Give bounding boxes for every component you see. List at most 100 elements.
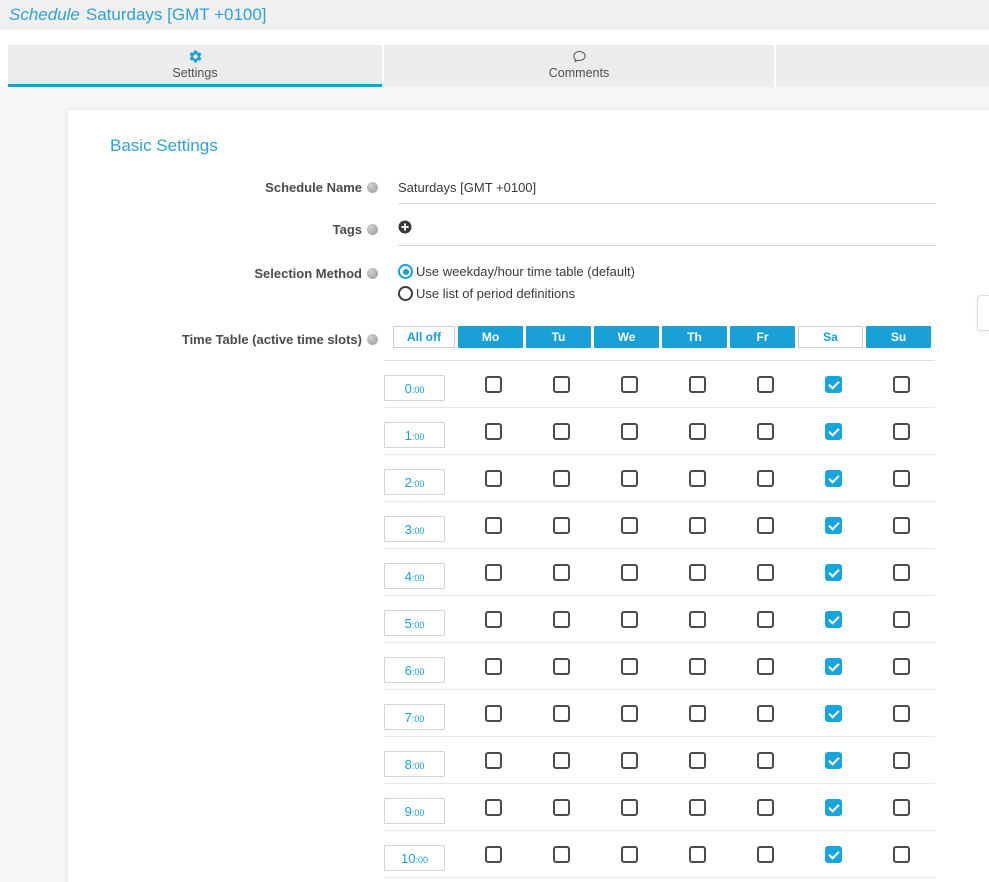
hour-button-5[interactable]: 5:00 <box>384 610 445 636</box>
all-off-button[interactable]: All off <box>393 326 455 348</box>
info-icon[interactable] <box>367 334 378 345</box>
timeslot-checkbox-sa-6[interactable] <box>825 658 842 675</box>
timeslot-checkbox-mo-9[interactable] <box>485 799 502 816</box>
timeslot-checkbox-th-8[interactable] <box>689 752 706 769</box>
timeslot-checkbox-we-6[interactable] <box>621 658 638 675</box>
timeslot-checkbox-tu-2[interactable] <box>553 470 570 487</box>
timeslot-checkbox-fr-4[interactable] <box>757 564 774 581</box>
timeslot-checkbox-tu-0[interactable] <box>553 376 570 393</box>
timeslot-checkbox-we-3[interactable] <box>621 517 638 534</box>
timeslot-checkbox-tu-10[interactable] <box>553 846 570 863</box>
tab-history[interactable]: History <box>776 45 989 87</box>
timeslot-checkbox-tu-5[interactable] <box>553 611 570 628</box>
timeslot-checkbox-fr-8[interactable] <box>757 752 774 769</box>
timeslot-checkbox-tu-9[interactable] <box>553 799 570 816</box>
timeslot-checkbox-we-7[interactable] <box>621 705 638 722</box>
info-icon[interactable] <box>367 224 378 235</box>
timeslot-checkbox-mo-2[interactable] <box>485 470 502 487</box>
timeslot-checkbox-tu-7[interactable] <box>553 705 570 722</box>
timeslot-checkbox-mo-0[interactable] <box>485 376 502 393</box>
radio-option-timetable[interactable]: Use weekday/hour time table (default) <box>398 264 936 279</box>
timeslot-checkbox-tu-1[interactable] <box>553 423 570 440</box>
timeslot-checkbox-sa-7[interactable] <box>825 705 842 722</box>
timeslot-checkbox-sa-0[interactable] <box>825 376 842 393</box>
timeslot-checkbox-th-9[interactable] <box>689 799 706 816</box>
day-header-tu[interactable]: Tu <box>526 326 591 348</box>
timeslot-checkbox-mo-3[interactable] <box>485 517 502 534</box>
timeslot-checkbox-th-1[interactable] <box>689 423 706 440</box>
timeslot-checkbox-fr-10[interactable] <box>757 846 774 863</box>
schedule-name-input[interactable] <box>398 178 936 204</box>
timeslot-checkbox-sa-5[interactable] <box>825 611 842 628</box>
timeslot-checkbox-mo-5[interactable] <box>485 611 502 628</box>
timeslot-checkbox-sa-8[interactable] <box>825 752 842 769</box>
timeslot-checkbox-tu-8[interactable] <box>553 752 570 769</box>
timeslot-checkbox-tu-4[interactable] <box>553 564 570 581</box>
timeslot-checkbox-su-10[interactable] <box>893 846 910 863</box>
timeslot-checkbox-fr-5[interactable] <box>757 611 774 628</box>
timeslot-checkbox-su-0[interactable] <box>893 376 910 393</box>
day-header-sa[interactable]: Sa <box>798 326 863 348</box>
timeslot-checkbox-tu-6[interactable] <box>553 658 570 675</box>
timeslot-checkbox-fr-1[interactable] <box>757 423 774 440</box>
timeslot-checkbox-su-9[interactable] <box>893 799 910 816</box>
timeslot-checkbox-sa-3[interactable] <box>825 517 842 534</box>
timeslot-checkbox-su-1[interactable] <box>893 423 910 440</box>
timeslot-checkbox-su-5[interactable] <box>893 611 910 628</box>
timeslot-checkbox-su-2[interactable] <box>893 470 910 487</box>
timeslot-checkbox-sa-2[interactable] <box>825 470 842 487</box>
info-icon[interactable] <box>367 182 378 193</box>
timeslot-checkbox-th-10[interactable] <box>689 846 706 863</box>
timeslot-checkbox-we-1[interactable] <box>621 423 638 440</box>
tab-settings[interactable]: Settings <box>8 45 382 87</box>
day-header-mo[interactable]: Mo <box>458 326 523 348</box>
hour-button-9[interactable]: 9:00 <box>384 798 445 824</box>
timeslot-checkbox-th-4[interactable] <box>689 564 706 581</box>
hour-button-1[interactable]: 1:00 <box>384 422 445 448</box>
timeslot-checkbox-su-6[interactable] <box>893 658 910 675</box>
timeslot-checkbox-th-0[interactable] <box>689 376 706 393</box>
timeslot-checkbox-sa-1[interactable] <box>825 423 842 440</box>
timeslot-checkbox-fr-6[interactable] <box>757 658 774 675</box>
timeslot-checkbox-mo-7[interactable] <box>485 705 502 722</box>
info-icon[interactable] <box>367 268 378 279</box>
tab-comments[interactable]: Comments <box>384 45 774 87</box>
timeslot-checkbox-su-3[interactable] <box>893 517 910 534</box>
day-header-we[interactable]: We <box>594 326 659 348</box>
timeslot-checkbox-th-7[interactable] <box>689 705 706 722</box>
timeslot-checkbox-fr-3[interactable] <box>757 517 774 534</box>
timeslot-checkbox-fr-2[interactable] <box>757 470 774 487</box>
timeslot-checkbox-mo-6[interactable] <box>485 658 502 675</box>
timeslot-checkbox-we-2[interactable] <box>621 470 638 487</box>
hour-button-6[interactable]: 6:00 <box>384 657 445 683</box>
timeslot-checkbox-su-7[interactable] <box>893 705 910 722</box>
radio-option-periods[interactable]: Use list of period definitions <box>398 286 936 301</box>
hour-button-7[interactable]: 7:00 <box>384 704 445 730</box>
timeslot-checkbox-th-6[interactable] <box>689 658 706 675</box>
timeslot-checkbox-th-3[interactable] <box>689 517 706 534</box>
day-header-su[interactable]: Su <box>866 326 931 348</box>
hour-button-4[interactable]: 4:00 <box>384 563 445 589</box>
hour-button-10[interactable]: 10:00 <box>384 845 445 871</box>
timeslot-checkbox-we-9[interactable] <box>621 799 638 816</box>
timeslot-checkbox-mo-10[interactable] <box>485 846 502 863</box>
timeslot-checkbox-fr-0[interactable] <box>757 376 774 393</box>
timeslot-checkbox-mo-1[interactable] <box>485 423 502 440</box>
timeslot-checkbox-sa-10[interactable] <box>825 846 842 863</box>
timeslot-checkbox-we-8[interactable] <box>621 752 638 769</box>
tags-input-area[interactable] <box>398 220 936 246</box>
timeslot-checkbox-we-0[interactable] <box>621 376 638 393</box>
timeslot-checkbox-sa-9[interactable] <box>825 799 842 816</box>
timeslot-checkbox-tu-3[interactable] <box>553 517 570 534</box>
timeslot-checkbox-sa-4[interactable] <box>825 564 842 581</box>
timeslot-checkbox-th-2[interactable] <box>689 470 706 487</box>
hour-button-3[interactable]: 3:00 <box>384 516 445 542</box>
timeslot-checkbox-mo-4[interactable] <box>485 564 502 581</box>
timeslot-checkbox-we-4[interactable] <box>621 564 638 581</box>
timeslot-checkbox-su-4[interactable] <box>893 564 910 581</box>
timeslot-checkbox-fr-9[interactable] <box>757 799 774 816</box>
timeslot-checkbox-mo-8[interactable] <box>485 752 502 769</box>
add-tag-button[interactable] <box>398 220 412 234</box>
timeslot-checkbox-we-5[interactable] <box>621 611 638 628</box>
timeslot-checkbox-we-10[interactable] <box>621 846 638 863</box>
